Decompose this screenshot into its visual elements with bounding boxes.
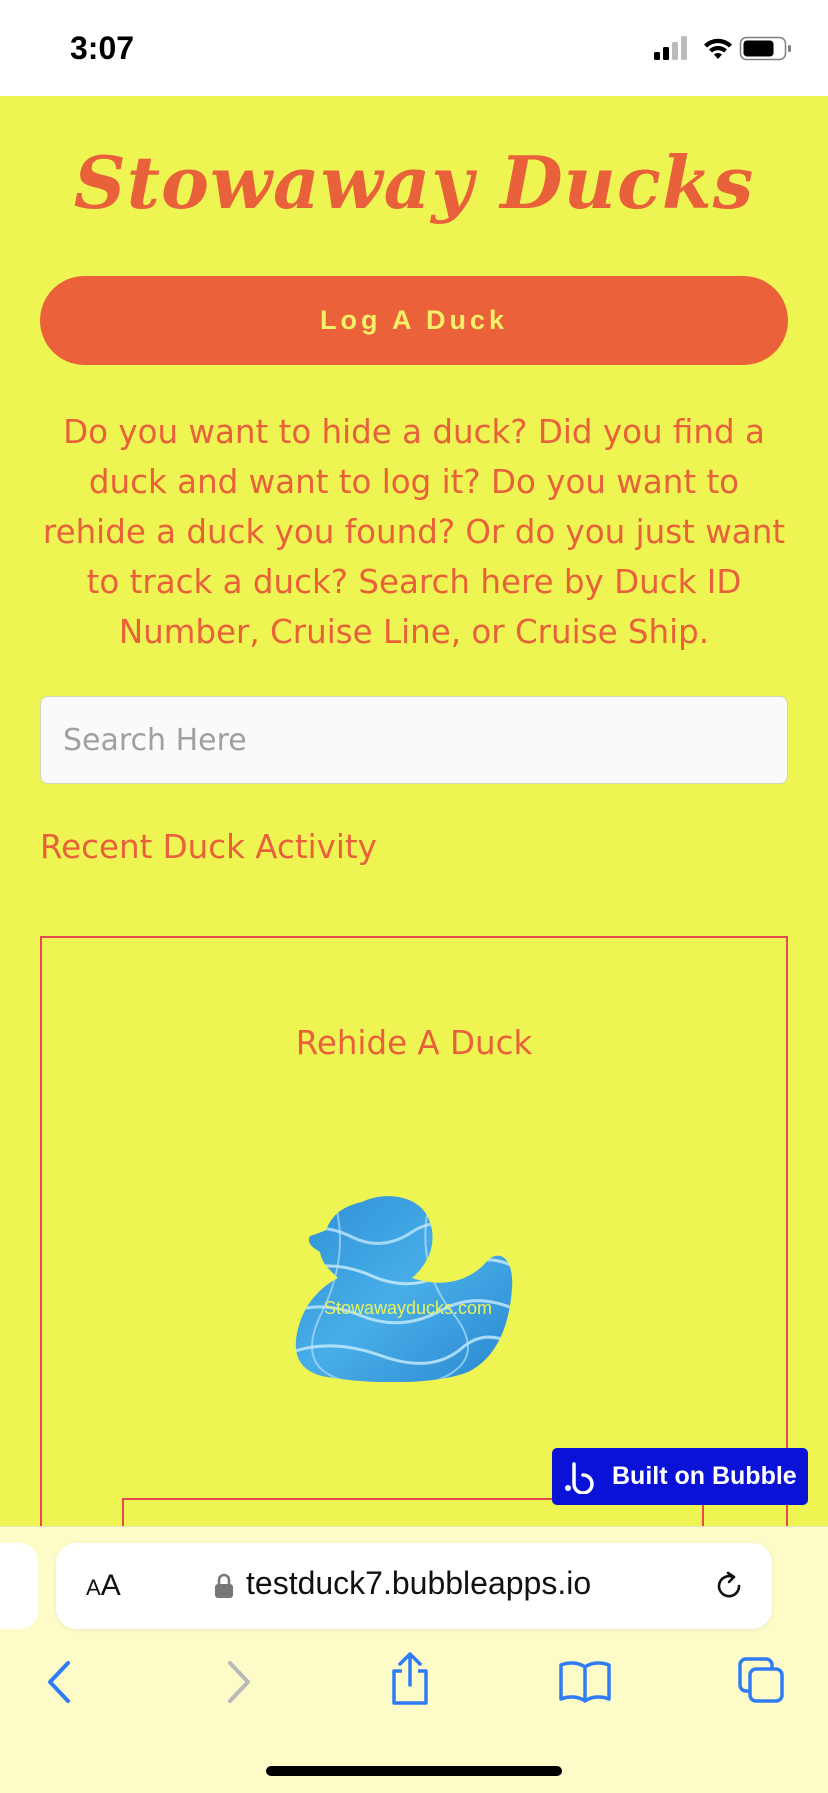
previous-tab-peek[interactable] [0,1543,38,1629]
intro-text: Do you want to hide a duck? Did you find… [42,413,786,651]
built-on-bubble-badge[interactable]: Built on Bubble [552,1448,808,1505]
lock-icon [215,1573,233,1598]
address-bar[interactable]: AA testduck7.bubbleapps.io [56,1543,772,1629]
tabs-icon[interactable] [736,1655,786,1705]
recent-activity-heading: Recent Duck Activity [40,828,377,866]
card-title: Rehide A Duck [295,1024,533,1062]
home-indicator[interactable] [266,1766,562,1776]
bubble-logo-icon [565,1461,594,1494]
log-a-duck-button[interactable]: Log A Duck [40,276,788,365]
wifi-icon [704,38,732,59]
duck-watermark-text: Stowawayducks.com [324,1298,492,1318]
status-bar: 3:07 [0,0,828,96]
app-title: Stowaway Ducks [73,140,755,225]
built-on-bubble-label: Built on Bubble [612,1462,797,1490]
share-icon[interactable] [388,1651,432,1707]
status-icons [654,36,791,61]
back-icon[interactable] [42,1657,78,1707]
bookmarks-icon[interactable] [558,1659,612,1703]
browser-toolbar: AA testduck7.bubbleapps.io [0,1526,828,1793]
search-input[interactable] [40,696,788,784]
status-time: 3:07 [70,30,135,66]
text-size-button[interactable]: AA [86,1569,121,1603]
duck-image: Stowawayducks.com [295,1196,513,1382]
url-text: testduck7.bubbleapps.io [246,1565,592,1601]
cellular-signal-icon [654,36,687,60]
forward-icon[interactable] [220,1657,256,1707]
reload-icon[interactable] [712,1569,746,1603]
battery-icon [739,36,791,61]
